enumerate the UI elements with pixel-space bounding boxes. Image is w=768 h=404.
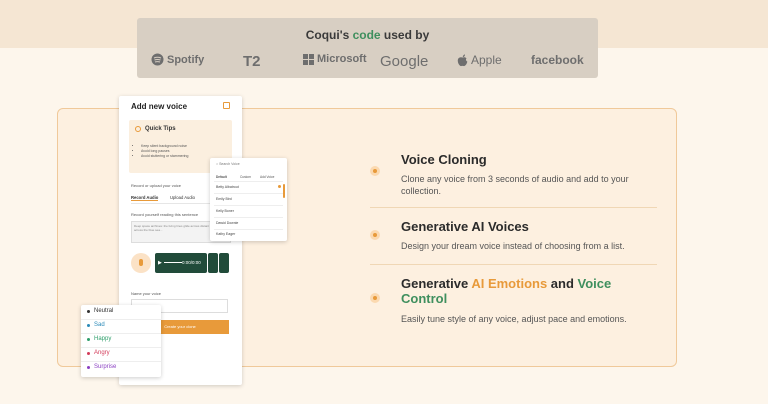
tab-add-voice[interactable]: Add Voice bbox=[260, 175, 274, 179]
scrollbar[interactable] bbox=[283, 184, 285, 198]
trusted-by-title: Coqui's code used by bbox=[305, 28, 430, 42]
spotify-name: Spotify bbox=[167, 53, 205, 66]
voice-search[interactable]: ○ Search Voice bbox=[216, 162, 240, 166]
microphone-icon bbox=[139, 259, 143, 266]
voice-item[interactable]: Kathy Eager bbox=[216, 232, 235, 236]
emotion-item[interactable]: Surprise bbox=[87, 364, 116, 370]
voice-dropdown: ○ Search Voice Default Custom Add Voice … bbox=[210, 158, 287, 241]
record-button[interactable] bbox=[131, 253, 151, 273]
voice-item[interactable]: Emily Bird bbox=[216, 197, 232, 201]
feature-desc: Clone any voice from 3 seconds of audio … bbox=[401, 174, 629, 196]
t2-logo: T2 bbox=[243, 53, 261, 70]
tab-custom[interactable]: Custom bbox=[240, 175, 251, 179]
modal-title: Add new voice bbox=[131, 102, 188, 111]
feature-title: Generative AI Emotions and Voice Control bbox=[401, 276, 612, 306]
emotion-dropdown: Neutral Sad Happy Angry Surprise bbox=[81, 305, 161, 377]
tab-record-audio[interactable]: Record Audio bbox=[131, 195, 159, 201]
emotion-item[interactable]: Sad bbox=[87, 322, 105, 328]
record-upload-label: Record or upload your voice bbox=[131, 183, 182, 188]
tip-item: Avoid stuttering or stammering bbox=[141, 154, 188, 159]
spotify-logo: Spotify bbox=[151, 53, 204, 66]
lightbulb-icon bbox=[135, 126, 141, 132]
emotion-item[interactable]: Happy bbox=[87, 336, 111, 342]
spotify-icon bbox=[151, 53, 164, 66]
surprise-dot bbox=[87, 365, 90, 369]
voice-item[interactable]: Betty Albatrout bbox=[216, 185, 239, 189]
apple-name: Apple bbox=[471, 53, 502, 67]
feature-divider bbox=[370, 264, 657, 265]
delete-button[interactable] bbox=[219, 253, 229, 273]
feature-bullet-icon bbox=[370, 293, 380, 303]
feature-desc: Design your dream voice instead of choos… bbox=[401, 241, 625, 251]
sentence-label: Record yourself reading this sentence bbox=[131, 212, 199, 217]
trusted-by-bar: Coqui's code used by Spotify T2 Microsof… bbox=[137, 18, 598, 78]
name-label: Name your voice bbox=[131, 291, 162, 296]
facebook-logo: facebook bbox=[531, 53, 584, 67]
tab-upload-audio[interactable]: Upload Audio bbox=[170, 195, 195, 200]
tips-list: Keep silent background noise Avoid long … bbox=[141, 144, 188, 159]
feature-bullet-icon bbox=[370, 166, 380, 176]
emotion-item[interactable]: Neutral bbox=[87, 308, 113, 314]
sad-dot bbox=[87, 323, 90, 327]
retry-button[interactable] bbox=[208, 253, 218, 273]
selected-indicator bbox=[278, 185, 281, 188]
apple-logo: Apple bbox=[457, 53, 502, 67]
feature-title: Generative AI Voices bbox=[401, 219, 529, 234]
play-icon[interactable]: ▶ bbox=[158, 260, 163, 266]
voice-item[interactable]: Dawid Downie bbox=[216, 221, 238, 225]
audio-time: 0:00/0:00 bbox=[182, 260, 201, 265]
angry-dot bbox=[87, 351, 90, 355]
neutral-dot bbox=[87, 309, 90, 313]
google-logo: Google bbox=[380, 53, 429, 70]
feature-bullet-icon bbox=[370, 230, 380, 240]
microsoft-icon bbox=[303, 53, 314, 65]
audio-player: ▶ 0:00/0:00 bbox=[155, 253, 207, 273]
emotion-item[interactable]: Angry bbox=[87, 350, 110, 356]
microsoft-name: Microsoft bbox=[317, 53, 367, 65]
feature-desc: Easily tune style of any voice, adjust p… bbox=[401, 314, 627, 324]
tab-default[interactable]: Default bbox=[216, 175, 227, 179]
apple-icon bbox=[457, 54, 468, 66]
close-icon[interactable] bbox=[223, 102, 230, 109]
quick-tips-title: Quick Tips bbox=[145, 126, 176, 132]
feature-title: Voice Cloning bbox=[401, 152, 487, 167]
feature-divider bbox=[370, 207, 657, 208]
microsoft-logo: Microsoft bbox=[303, 53, 367, 65]
voice-item[interactable]: Kelly Boner bbox=[216, 209, 234, 213]
progress-bar[interactable] bbox=[164, 262, 182, 263]
happy-dot bbox=[87, 337, 90, 341]
